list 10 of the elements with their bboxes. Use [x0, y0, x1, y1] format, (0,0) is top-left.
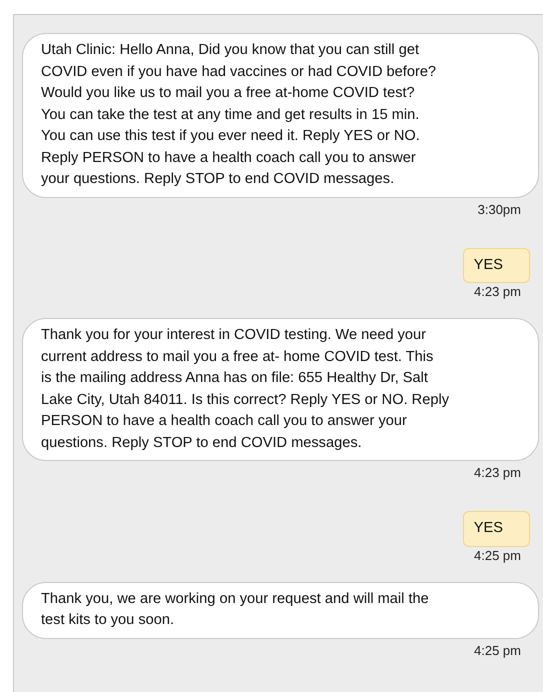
message-time: 4:25 pm [474, 548, 521, 564]
received-message: Thank you, we are working on your request and will mail the test kits to you soon. [22, 582, 539, 638]
received-message: Utah Clinic: Hello Anna, Did you know that you can still get COVID even if you have had vaccines or had COVID before? Would you like us to mail you a free at-home COVID test? You can take the test at any time and get results in 15 min. You can use this test if you ever need it. Reply YES or NO. Reply PERSON to have a health coach call you to answer your questions. Reply STOP to end COVID messages. [22, 33, 539, 198]
message-time: 3:30pm [478, 202, 521, 218]
message-time: 4:23 pm [474, 465, 521, 481]
sent-message: YES [462, 511, 530, 546]
sent-message: YES [462, 248, 530, 283]
received-message: Thank you for your interest in COVID testing. We need your current address to mail you a free at- home COVID test. This is the mailing address Anna has on file: 655 Healthy Dr, Salt Lake City, Utah 84011. Is this correct? Reply YES or NO. Reply PERSON to have a health coach call you to answer your questions. Reply STOP to end COVID messages. [22, 318, 539, 461]
message-time: 4:25 pm [474, 642, 521, 658]
message-time: 4:23 pm [474, 284, 521, 300]
